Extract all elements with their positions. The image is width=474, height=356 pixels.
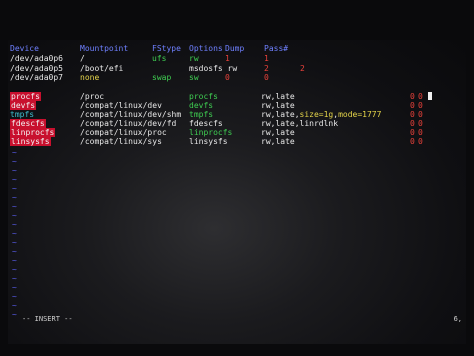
header-pass: Pass# bbox=[264, 44, 289, 53]
text-cursor bbox=[428, 92, 432, 101]
mountpoint: /compat/linux/dev bbox=[80, 101, 162, 110]
pass: 0 bbox=[418, 92, 423, 101]
pass: 0 bbox=[418, 101, 423, 110]
header-mountpoint: Mountpoint bbox=[80, 44, 129, 53]
fstab-line: linsysfs /compat/linux/sys linsysfs rw,l… bbox=[8, 137, 466, 146]
dump: 2 bbox=[264, 64, 269, 73]
options: rw,late bbox=[261, 101, 295, 110]
tilde-line: ~ bbox=[12, 220, 17, 229]
tilde-line: ~ bbox=[12, 157, 17, 166]
options: rw,late bbox=[261, 137, 295, 146]
fstab-line: linprocfs /compat/linux/proc linprocfs r… bbox=[8, 128, 466, 137]
options: sw bbox=[189, 73, 199, 82]
mountpoint: /compat/linux/proc bbox=[80, 128, 167, 137]
fstype: procfs bbox=[189, 92, 218, 101]
dump: 0 bbox=[225, 73, 230, 82]
mountpoint: / bbox=[80, 54, 85, 63]
tilde-line: ~ bbox=[12, 310, 17, 319]
options: rw,late,linrdlnk bbox=[261, 119, 339, 128]
pass: 0 bbox=[418, 137, 423, 146]
vi-editor[interactable]: Device Mountpoint FStype Options Dump Pa… bbox=[8, 40, 466, 344]
pass: 0 bbox=[418, 128, 423, 137]
device: devfs bbox=[10, 101, 37, 110]
dump: 0 bbox=[410, 92, 415, 101]
pass: 2 bbox=[300, 64, 305, 73]
header-device: Device bbox=[10, 44, 39, 53]
mountpoint: /proc bbox=[80, 92, 105, 101]
header-dump: Dump bbox=[225, 44, 245, 53]
options: rw bbox=[189, 54, 199, 63]
mountpoint: /boot/efi bbox=[80, 64, 124, 73]
options: rw,late bbox=[261, 128, 295, 137]
tilde-line: ~ bbox=[12, 166, 17, 175]
dump: 0 bbox=[410, 128, 415, 137]
options: rw,late,size=1g,mode=1777 bbox=[261, 110, 382, 119]
device: /dev/ada0p5 bbox=[10, 64, 63, 73]
pass: 0 bbox=[264, 73, 269, 82]
tilde-line: ~ bbox=[12, 148, 17, 157]
tilde-line: ~ bbox=[12, 175, 17, 184]
tilde-line: ~ bbox=[12, 193, 17, 202]
device: linprocfs bbox=[10, 128, 56, 137]
tilde-line: ~ bbox=[12, 247, 17, 256]
fstype: linsysfs bbox=[189, 137, 228, 146]
tilde-line: ~ bbox=[12, 184, 17, 193]
options: msdosfs rw bbox=[189, 64, 238, 73]
pass: 0 bbox=[418, 119, 423, 128]
fstype: ufs bbox=[152, 54, 167, 63]
terminal-screen: Device Mountpoint FStype Options Dump Pa… bbox=[8, 40, 466, 344]
pass: 1 bbox=[264, 54, 269, 63]
header-options: Options bbox=[189, 44, 223, 53]
tilde-line: ~ bbox=[12, 238, 17, 247]
device: fdescfs bbox=[10, 119, 46, 128]
dump: 1 bbox=[225, 54, 230, 63]
mountpoint: /compat/linux/sys bbox=[80, 137, 162, 146]
fstype: linprocfs bbox=[189, 128, 233, 137]
dump: 0 bbox=[410, 101, 415, 110]
device: tmpfs bbox=[10, 110, 35, 119]
cursor-position: 6, bbox=[453, 315, 462, 323]
device: /dev/ada0p7 bbox=[10, 73, 63, 82]
fstab-line: /dev/ada0p7 none swap sw 0 0 bbox=[8, 73, 466, 82]
device: linsysfs bbox=[10, 137, 51, 146]
mountpoint: none bbox=[80, 73, 100, 82]
tilde-line: ~ bbox=[12, 202, 17, 211]
fstab-line: devfs /compat/linux/dev devfs rw,late 0 … bbox=[8, 101, 466, 110]
tilde-line: ~ bbox=[12, 283, 17, 292]
device: /dev/ada0p6 bbox=[10, 54, 63, 63]
fstab-header-row: Device Mountpoint FStype Options Dump Pa… bbox=[8, 44, 466, 53]
fstab-line: /dev/ada0p5 /boot/efi msdosfs rw 2 2 bbox=[8, 64, 466, 73]
tilde-line: ~ bbox=[12, 256, 17, 265]
header-fstype: FStype bbox=[152, 44, 181, 53]
options: rw,late bbox=[261, 92, 295, 101]
fstype: devfs bbox=[189, 101, 214, 110]
mountpoint: /compat/linux/dev/fd bbox=[80, 119, 177, 128]
dump: 0 bbox=[410, 110, 415, 119]
dump: 0 bbox=[410, 137, 415, 146]
tilde-line: ~ bbox=[12, 211, 17, 220]
fstab-line: tmpfs /compat/linux/dev/shm tmpfs rw,lat… bbox=[8, 110, 466, 119]
tilde-line: ~ bbox=[12, 292, 17, 301]
fstab-line: fdescfs /compat/linux/dev/fd fdescfs rw,… bbox=[8, 119, 466, 128]
vi-mode-indicator: -- INSERT -- bbox=[22, 315, 73, 323]
device: procfs bbox=[10, 92, 41, 101]
tilde-line: ~ bbox=[12, 265, 17, 274]
mountpoint: /compat/linux/dev/shm bbox=[80, 110, 182, 119]
tilde-line: ~ bbox=[12, 301, 17, 310]
fstab-line: /dev/ada0p6 / ufs rw 1 1 bbox=[8, 54, 466, 63]
tilde-line: ~ bbox=[12, 274, 17, 283]
fstab-line: procfs /proc procfs rw,late 0 0 bbox=[8, 92, 466, 101]
fstype: tmpfs bbox=[189, 110, 214, 119]
fstype: fdescfs bbox=[189, 119, 223, 128]
fstype: swap bbox=[152, 73, 172, 82]
pass: 0 bbox=[418, 110, 423, 119]
dump: 0 bbox=[410, 119, 415, 128]
tilde-line: ~ bbox=[12, 229, 17, 238]
